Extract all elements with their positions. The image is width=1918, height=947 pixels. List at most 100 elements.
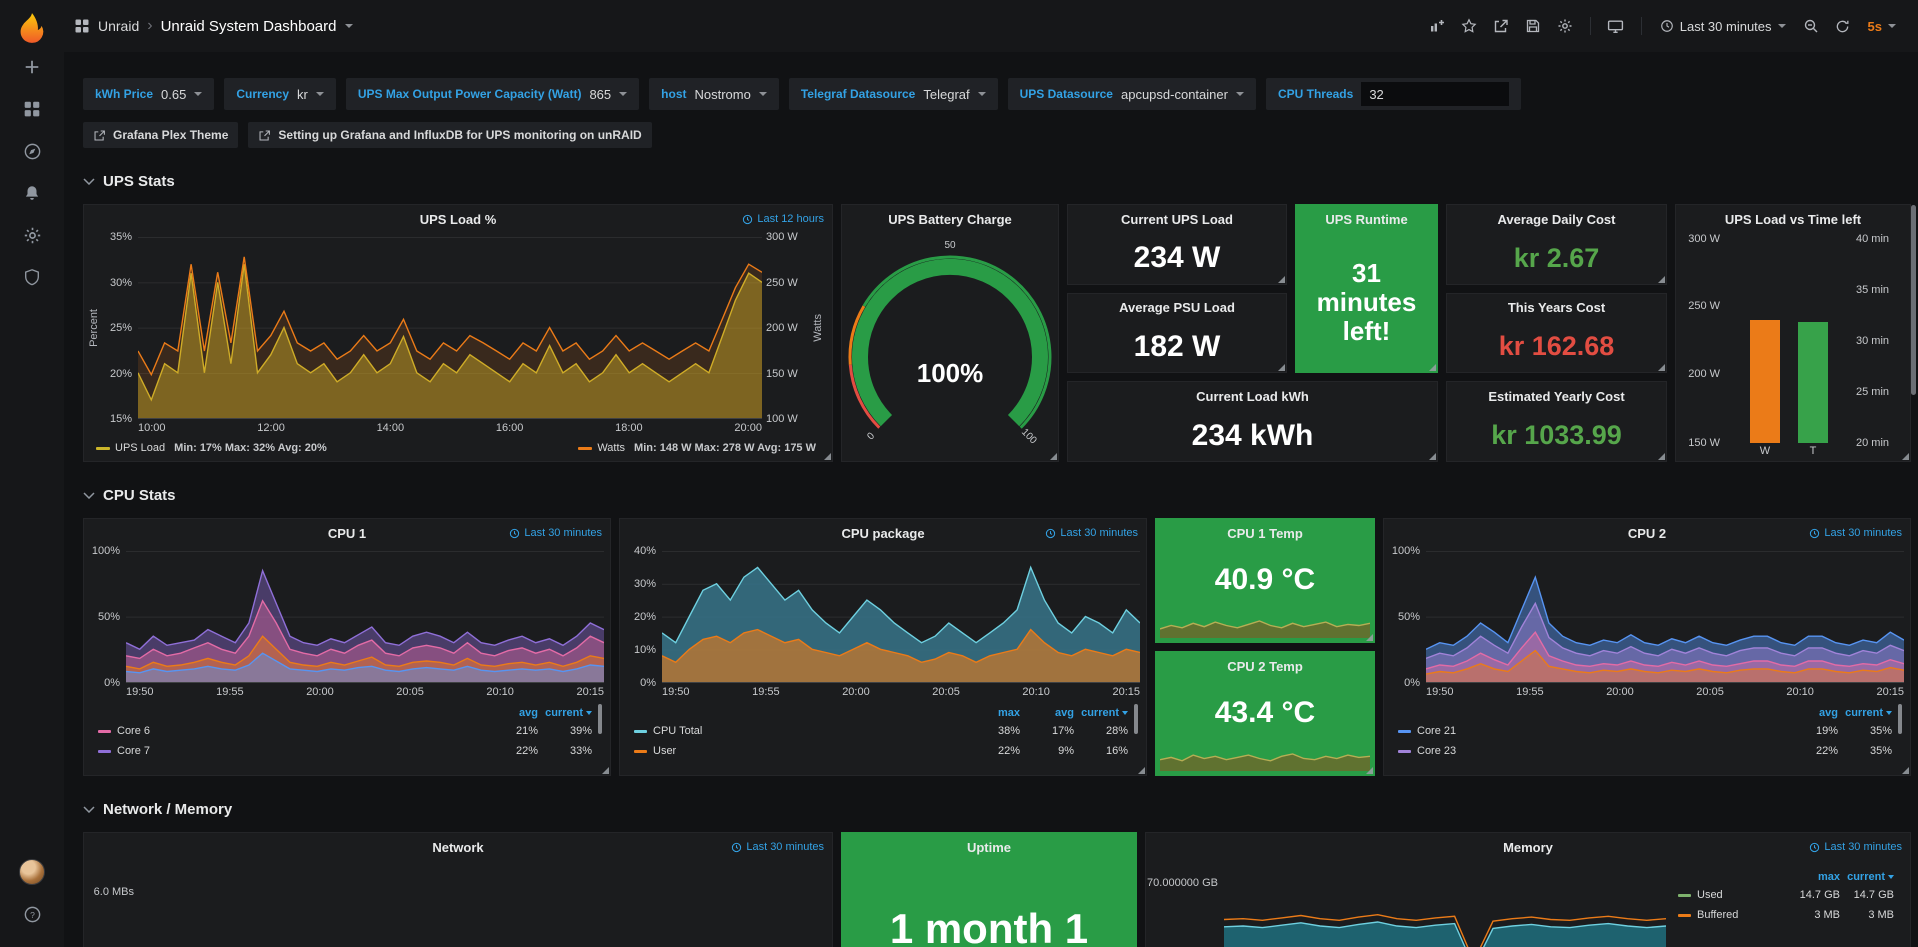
panel-header[interactable]: UPS Battery Charge [842, 205, 1058, 233]
legend-series: Core 21 [1398, 725, 1784, 737]
grafana-logo[interactable] [14, 10, 50, 46]
legend-scrollbar[interactable] [598, 704, 602, 734]
sidebar-item-dashboards[interactable] [10, 88, 54, 130]
legend-row[interactable]: User 22% 9% 16% [634, 741, 1128, 761]
dashboard-settings-button[interactable] [1550, 11, 1580, 41]
legend-row[interactable]: Core 6 21% 39% [98, 721, 592, 741]
section-cpu-stats[interactable]: CPU Stats [83, 482, 1918, 508]
ups-bars-chart[interactable]: WT [1726, 239, 1852, 459]
legend-row[interactable]: Core 21 19% 35% [1398, 721, 1892, 741]
legend-header[interactable]: avgcurrent [1398, 704, 1892, 721]
legend-scrollbar[interactable] [1898, 704, 1902, 734]
panel-header[interactable]: CPU 2 Temp [1156, 652, 1374, 680]
variable-dropdown[interactable]: host Nostromo [649, 78, 779, 110]
chevron-down-icon[interactable] [345, 24, 353, 28]
sidebar-item-alerting[interactable] [10, 172, 54, 214]
network-chart[interactable] [140, 865, 824, 947]
legend-column-header[interactable]: current [1838, 707, 1892, 719]
legend-column-header[interactable]: current [538, 707, 592, 719]
breadcrumb-folder[interactable]: Unraid [98, 18, 139, 34]
panel-header[interactable]: Current Load kWh [1068, 382, 1437, 410]
share-button[interactable] [1486, 11, 1516, 41]
panel-header[interactable]: Current UPS Load [1068, 205, 1286, 233]
legend-table: maxavgcurrent CPU Total 38% 17% 28% [622, 701, 1140, 773]
sidebar-item-create[interactable] [10, 46, 54, 88]
sidebar-item-server-admin[interactable] [10, 256, 54, 298]
panel-header[interactable]: CPU 2 Last 30 minutes [1384, 519, 1910, 547]
legend-row[interactable]: Used 14.7 GB 14.7 GB [1678, 885, 1894, 905]
panel-time-range[interactable]: Last 12 hours [742, 205, 824, 233]
sidebar-item-configuration[interactable] [10, 214, 54, 256]
variable-dropdown[interactable]: UPS Datasource apcupsd-container [1008, 78, 1256, 110]
panel-time-range[interactable]: Last 30 minutes [509, 519, 602, 547]
battery-gauge[interactable]: 100% 050100 [842, 233, 1058, 461]
legend-column-header[interactable]: avg [484, 707, 538, 719]
legend-header[interactable]: maxcurrent [1678, 868, 1894, 885]
save-button[interactable] [1518, 11, 1548, 41]
cpu1-chart[interactable] [126, 551, 604, 683]
cpu-threads-input[interactable] [1361, 82, 1509, 106]
legend-item[interactable]: Watts Min: 148 W Max: 278 W Avg: 175 W [578, 442, 816, 454]
time-picker-button[interactable]: Last 30 minutes [1652, 11, 1794, 41]
refresh-button[interactable] [1828, 11, 1858, 41]
legend-item[interactable]: UPS Load Min: 17% Max: 32% Avg: 20% [96, 442, 327, 454]
variable-dropdown[interactable]: kWh Price 0.65 [83, 78, 214, 110]
panel-header[interactable]: CPU package Last 30 minutes [620, 519, 1146, 547]
sidebar-item-profile[interactable] [10, 851, 54, 893]
panel-header[interactable]: Average Daily Cost [1447, 205, 1666, 233]
panel-time-range[interactable]: Last 30 minutes [1809, 833, 1902, 861]
panel-header[interactable]: UPS Load vs Time left [1676, 205, 1910, 233]
panel-header[interactable]: This Years Cost [1447, 294, 1666, 322]
legend-row[interactable]: Core 7 22% 33% [98, 741, 592, 761]
star-button[interactable] [1454, 11, 1484, 41]
legend-column-header[interactable]: max [1786, 871, 1840, 883]
legend-value-avg: 22% [1784, 745, 1838, 757]
panel-header[interactable]: CPU 1 Temp [1156, 519, 1374, 547]
legend-column-header[interactable]: current [1840, 871, 1894, 883]
refresh-interval-button[interactable]: 5s [1860, 11, 1904, 41]
axis-tick: 20:00 [734, 422, 762, 434]
legend-column-header[interactable]: avg [1784, 707, 1838, 719]
zoom-out-button[interactable] [1796, 11, 1826, 41]
panel-header[interactable]: Estimated Yearly Cost [1447, 382, 1666, 410]
dashboard-link[interactable]: Grafana Plex Theme [83, 122, 238, 148]
legend-column-header[interactable]: current [1074, 707, 1128, 719]
variable-dropdown[interactable]: Telegraf Datasource Telegraf [789, 78, 998, 110]
section-network-memory[interactable]: Network / Memory [83, 796, 1918, 822]
sidebar-item-explore[interactable] [10, 130, 54, 172]
panel-header[interactable]: Average PSU Load [1068, 294, 1286, 322]
panel-header[interactable]: UPS Load % Last 12 hours [84, 205, 832, 233]
legend-column-header[interactable]: avg [1020, 707, 1074, 719]
ups-load-chart[interactable] [138, 237, 762, 419]
panel-header[interactable]: Network Last 30 minutes [84, 833, 832, 861]
panel-header[interactable]: Uptime [842, 833, 1136, 861]
panel-header[interactable]: UPS Runtime [1296, 205, 1437, 233]
legend-header[interactable]: maxavgcurrent [634, 704, 1128, 721]
section-ups-stats[interactable]: UPS Stats [83, 168, 1918, 194]
cpu-package-chart[interactable] [662, 551, 1140, 683]
legend-scrollbar[interactable] [1134, 704, 1138, 734]
panel-time-range[interactable]: Last 30 minutes [1809, 519, 1902, 547]
legend-column-header[interactable]: max [966, 707, 1020, 719]
axis-tick: 300 W [1688, 233, 1720, 245]
legend-row[interactable]: Core 23 22% 35% [1398, 741, 1892, 761]
dashboard-link[interactable]: Setting up Grafana and InfluxDB for UPS … [248, 122, 651, 148]
page-scrollbar[interactable] [1911, 205, 1916, 395]
variable-dropdown[interactable]: UPS Max Output Power Capacity (Watt) 865 [346, 78, 639, 110]
legend-row[interactable]: Buffered 3 MB 3 MB [1678, 905, 1894, 925]
section-title: UPS Stats [103, 173, 175, 190]
panel-header[interactable]: CPU 1 Last 30 minutes [84, 519, 610, 547]
panel-time-range[interactable]: Last 30 minutes [731, 833, 824, 861]
dashboard-title[interactable]: Unraid System Dashboard [161, 18, 337, 35]
panel-time-range[interactable]: Last 30 minutes [1045, 519, 1138, 547]
cycle-view-button[interactable] [1601, 11, 1631, 41]
star-icon [1461, 18, 1477, 34]
cpu2-chart[interactable] [1426, 551, 1904, 683]
variable-dropdown[interactable]: Currency kr [224, 78, 336, 110]
memory-chart[interactable] [1224, 865, 1666, 947]
legend-header[interactable]: avgcurrent [98, 704, 592, 721]
add-panel-button[interactable] [1422, 11, 1452, 41]
sidebar-item-help[interactable]: ? [10, 893, 54, 935]
legend-row[interactable]: CPU Total 38% 17% 28% [634, 721, 1128, 741]
panel-header[interactable]: Memory Last 30 minutes [1146, 833, 1910, 861]
